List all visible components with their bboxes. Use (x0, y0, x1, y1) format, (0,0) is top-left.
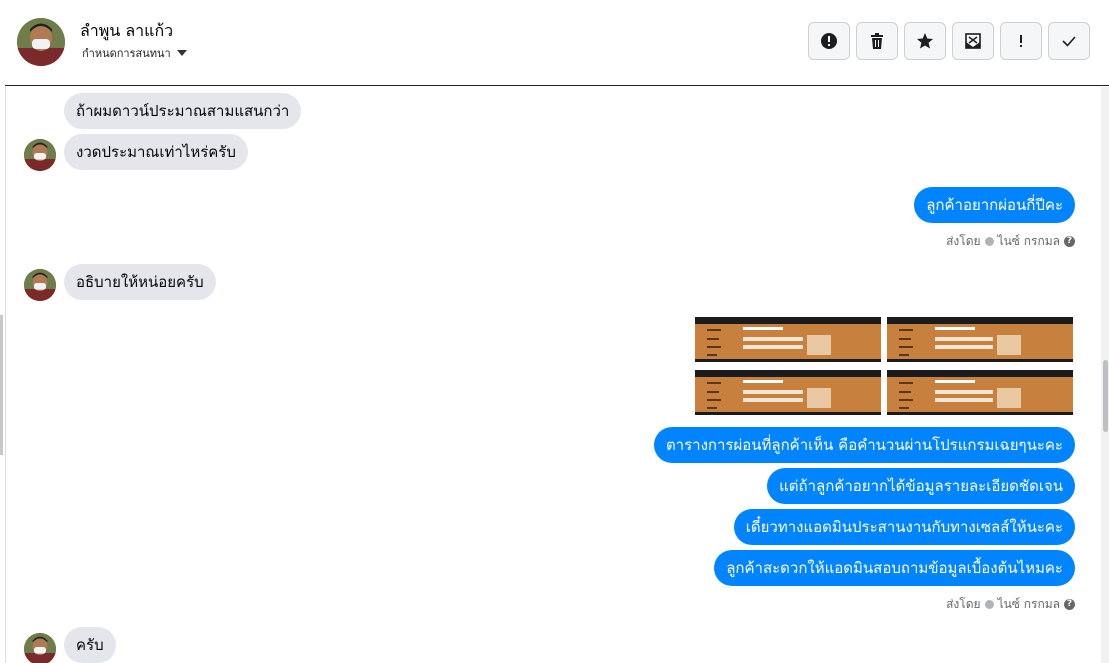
avatar-photo (24, 139, 56, 171)
conversation-header: ลำพูน ลาแก้ว กำหนดการสนทนา (5, 0, 1109, 86)
contact-avatar-small[interactable] (24, 139, 56, 171)
left-panel-edge (0, 315, 3, 455)
spam-button[interactable] (1000, 22, 1042, 60)
check-icon (1062, 36, 1076, 47)
conversation-settings-dropdown[interactable]: กำหนดการสนทนา (82, 44, 187, 62)
verified-icon (984, 600, 994, 609)
attachment-image[interactable] (695, 370, 881, 415)
exclamation-icon (1020, 35, 1022, 47)
sent-by-agent: ไนซ์ กรกมล (997, 597, 1060, 611)
caret-down-icon (176, 50, 187, 56)
incoming-message[interactable]: ครับ (64, 627, 116, 663)
scrollbar-thumb[interactable] (1103, 360, 1108, 432)
message-thread: ถ้าผมดาวน์ประมาณสามแสนกว่า งวดประมาณเท่า… (5, 87, 1102, 663)
outgoing-message[interactable]: เดี๋ยวทางแอดมินประสานงานกับทางเซลส์ให้นะ… (733, 509, 1075, 545)
conversation-settings-label: กำหนดการสนทนา (82, 47, 171, 60)
contact-avatar-small[interactable] (24, 633, 56, 663)
outgoing-message[interactable]: แต่ถ้าลูกค้าอยากได้ข้อมูลรายละเอียดชัดเจ… (767, 468, 1075, 504)
contact-avatar[interactable] (17, 18, 65, 66)
star-button[interactable] (904, 22, 946, 60)
help-icon[interactable]: ? (1064, 236, 1075, 247)
verified-icon (984, 237, 994, 246)
outgoing-message[interactable]: ลูกค้าสะดวกให้แอดมินสอบถามข้อมูลเบื้องต้… (714, 550, 1075, 586)
mark-unread-button[interactable] (952, 22, 994, 60)
sent-by-agent: ไนซ์ กรกมล (997, 234, 1060, 248)
sent-by-info: ส่งโดย ไนซ์ กรกมล ? (946, 232, 1075, 251)
contact-name[interactable]: ลำพูน ลาแก้ว (80, 19, 173, 44)
image-attachments (695, 317, 1075, 415)
help-icon[interactable]: ? (1064, 599, 1075, 610)
report-button[interactable] (808, 22, 850, 60)
mark-unread-icon (965, 33, 981, 49)
incoming-message[interactable]: อธิบายให้หน่อยครับ (64, 264, 216, 300)
incoming-message[interactable]: ถ้าผมดาวน์ประมาณสามแสนกว่า (64, 93, 302, 129)
attachment-image[interactable] (695, 317, 881, 362)
delete-button[interactable] (856, 22, 898, 60)
sent-by-label: ส่งโดย (946, 597, 981, 611)
avatar-photo (17, 18, 65, 66)
trash-icon (871, 33, 883, 49)
attachment-image[interactable] (887, 317, 1073, 362)
sent-by-info: ส่งโดย ไนซ์ กรกมล ? (946, 595, 1075, 614)
sent-by-label: ส่งโดย (946, 234, 981, 248)
action-toolbar (808, 22, 1090, 60)
outgoing-message[interactable]: ตารางการผ่อนที่ลูกค้าเห็น คือคำนวนผ่านโป… (653, 427, 1075, 463)
alert-circle-icon (821, 33, 837, 49)
star-icon (917, 33, 933, 49)
outgoing-message[interactable]: ลูกค้าอยากผ่อนกี่ปีคะ (914, 187, 1075, 223)
contact-avatar-small[interactable] (24, 269, 56, 301)
attachment-image[interactable] (887, 370, 1073, 415)
avatar-photo (24, 633, 56, 663)
avatar-photo (24, 269, 56, 301)
incoming-message[interactable]: งวดประมาณเท่าไหร่ครับ (64, 134, 248, 170)
done-button[interactable] (1048, 22, 1090, 60)
